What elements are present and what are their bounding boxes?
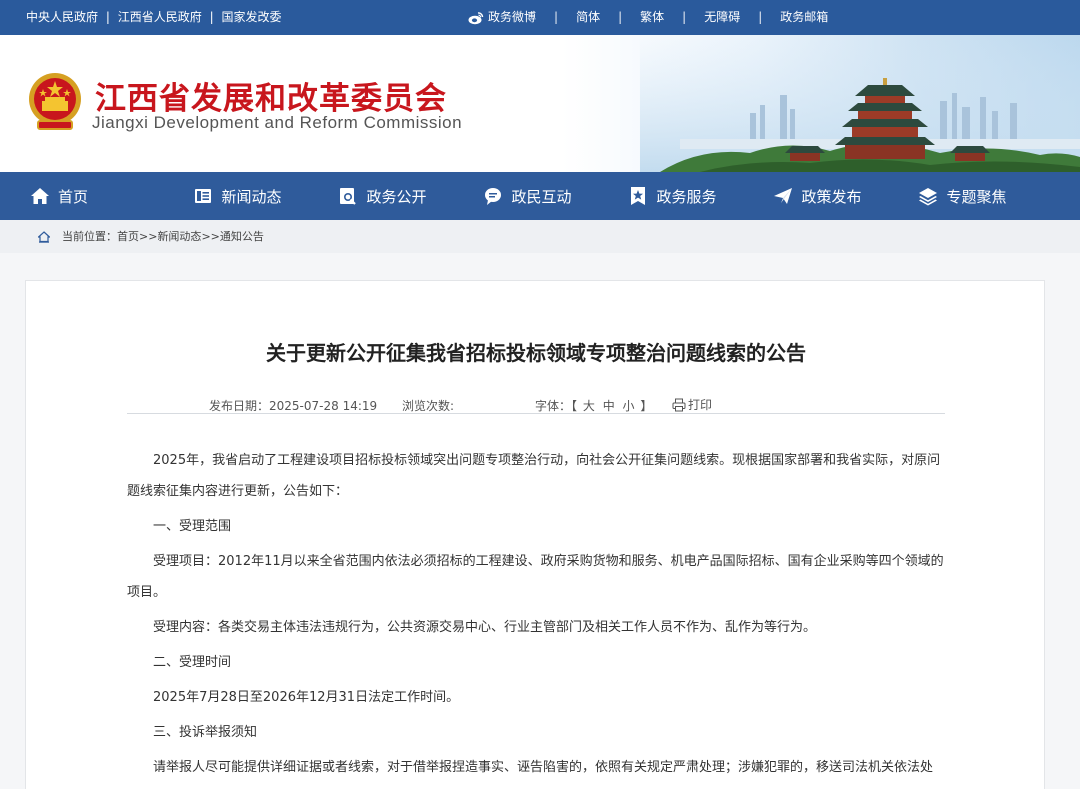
tengwang-pavilion-scenery: [640, 35, 1080, 172]
section-heading: 二、受理时间: [153, 655, 232, 670]
section-heading: 三、投诉举报须知: [153, 725, 258, 740]
breadcrumb-prefix: 当前位置：: [62, 230, 117, 243]
breadcrumb-home[interactable]: 首页: [117, 220, 139, 253]
nav-news[interactable]: 新闻动态: [165, 172, 310, 220]
article-paragraph: 2025年，我省启动了工程建设项目招标投标领域突出问题专项整治行动，向社会公开征…: [127, 453, 941, 499]
view-count: 浏览次数:: [402, 399, 455, 413]
nav-services[interactable]: 政务服务: [600, 172, 745, 220]
gov-mail-link[interactable]: 政务邮箱: [780, 0, 828, 35]
nav-home[interactable]: 首页: [0, 172, 165, 220]
font-size-medium[interactable]: 中: [603, 399, 615, 413]
nav-policy[interactable]: 政策发布: [745, 172, 890, 220]
article-paragraph: 2025年7月28日至2026年12月31日法定工作时间。: [153, 690, 460, 705]
breadcrumb-current[interactable]: 通知公告: [220, 220, 264, 253]
news-icon: [193, 186, 213, 206]
top-utility-bar: 中央人民政府 | 江西省人民政府 | 国家发改委 政务微博 | 简体 | 繁体 …: [0, 0, 1080, 35]
article-paragraph: 受理项目：2012年11月以来全省范围内依法必须招标的工程建设、政府采购货物和服…: [127, 554, 944, 600]
nav-gov-affairs[interactable]: 政务公开: [310, 172, 455, 220]
link-central-gov[interactable]: 中央人民政府: [26, 10, 98, 24]
link-jiangxi-gov[interactable]: 江西省人民政府: [118, 10, 202, 24]
link-ndrc[interactable]: 国家发改委: [221, 10, 281, 24]
weibo-link[interactable]: 政务微博: [468, 0, 536, 35]
main-nav: 首页 新闻动态 政务公开 政民互动 政务服务 政策发布 专题聚焦: [0, 172, 1080, 220]
font-size-control: 字体：【 大 中 小 】: [535, 399, 653, 413]
breadcrumb: 当前位置： 首页 >> 新闻动态 >> 通知公告: [0, 220, 1080, 253]
paper-plane-icon: [773, 186, 793, 206]
article-paragraph: 请举报人尽可能提供详细证据或者线索，对于借举报捏造事实、诬告陷害的，依照有关规定…: [153, 760, 934, 775]
document-search-icon: [338, 186, 358, 206]
utility-links: 政务微博 | 简体 | 繁体 | 无障碍 | 政务邮箱: [468, 0, 828, 35]
simplified-chinese-link[interactable]: 简体: [576, 0, 600, 35]
weibo-icon: [468, 11, 484, 24]
printer-icon: [672, 398, 686, 411]
site-subtitle: Jiangxi Development and Reform Commissio…: [92, 113, 463, 132]
article-card: 关于更新公开征集我省招标投标领域专项整治问题线索的公告 发布日期：2025-07…: [25, 280, 1045, 789]
article-body: 2025年，我省启动了工程建设项目招标投标领域突出问题专项整治行动，向社会公开征…: [127, 445, 945, 789]
publish-date: 发布日期：2025-07-28 14:19: [209, 399, 378, 413]
article-paragraph: 受理内容：各类交易主体违法违规行为，公共资源交易中心、行业主管部门及相关工作人员…: [153, 620, 817, 635]
print-button[interactable]: 打印: [672, 396, 712, 413]
breadcrumb-separator: >>: [201, 230, 220, 243]
breadcrumb-news[interactable]: 新闻动态: [157, 220, 201, 253]
nav-interaction[interactable]: 政民互动: [455, 172, 600, 220]
nav-topics[interactable]: 专题聚焦: [890, 172, 1035, 220]
star-badge-icon: [628, 186, 648, 206]
site-title: 江西省发展和改革委员会: [95, 81, 447, 117]
layers-icon: [918, 186, 938, 206]
section-heading: 一、受理范围: [153, 519, 232, 534]
article-meta: 发布日期：2025-07-28 14:19 浏览次数: 字体：【 大 中 小 】…: [127, 395, 945, 414]
home-icon: [30, 186, 50, 206]
font-size-small[interactable]: 小: [623, 399, 635, 413]
national-emblem-icon: [29, 73, 81, 130]
breadcrumb-separator: >>: [139, 230, 158, 243]
header-banner: 江西省发展和改革委员会 Jiangxi Development and Refo…: [0, 35, 1080, 172]
article-title: 关于更新公开征集我省招标投标领域专项整治问题线索的公告: [266, 341, 806, 365]
chat-icon: [483, 186, 503, 206]
traditional-chinese-link[interactable]: 繁体: [640, 0, 664, 35]
accessibility-link[interactable]: 无障碍: [704, 0, 740, 35]
font-size-large[interactable]: 大: [583, 399, 595, 413]
gov-links: 中央人民政府 | 江西省人民政府 | 国家发改委: [26, 10, 282, 24]
breadcrumb-home-icon: [38, 230, 50, 243]
